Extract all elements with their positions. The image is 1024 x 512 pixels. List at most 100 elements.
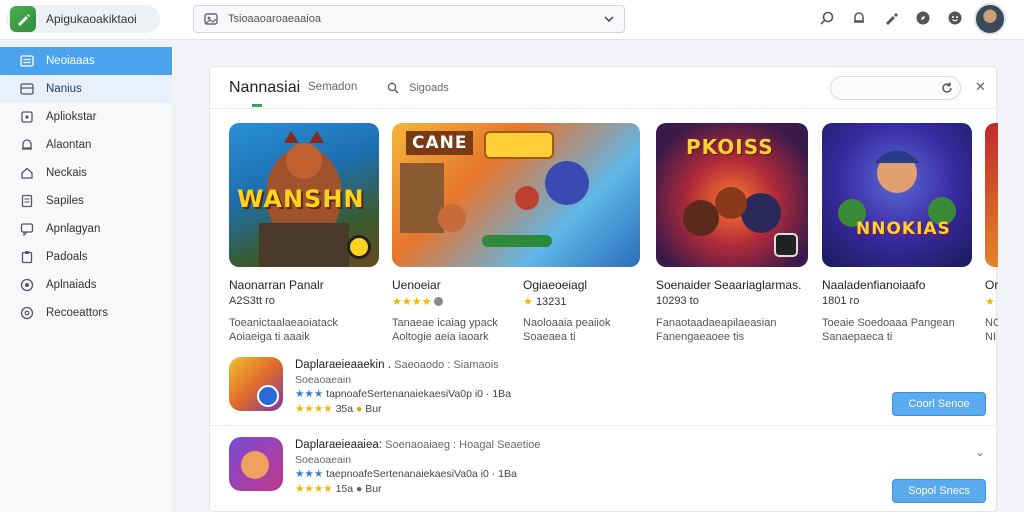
chat-icon [20, 222, 34, 236]
sidebar-item-label: Apliokstar [46, 111, 97, 123]
row-subtitle: Soeaoaeain [295, 454, 352, 466]
row-meta: ★★★★ 15a ● Bur [295, 483, 382, 495]
sidebar-item-label: Alaontan [46, 139, 92, 151]
card-thumbnail: CANE [392, 123, 640, 267]
row-subtitle: Soeaoaeain [295, 374, 352, 386]
card-rating: 1801 ro [822, 295, 860, 307]
sidebar-item-label: Apnlagyan [46, 223, 101, 235]
card-description: Toeaie Soedoaaa Pangean Sanaepaeca ti [822, 317, 955, 343]
card-thumbnail: PKOISS [656, 123, 808, 267]
search-icon [387, 82, 399, 94]
app-name: Apigukaoakiktaoi [46, 12, 137, 26]
sidebar-item-9[interactable]: Aplnaiads [0, 271, 172, 299]
card-title: Uenoeiar [392, 278, 441, 292]
sidebar-item-label: Sapiles [46, 195, 84, 207]
app-card[interactable]: WANSHN Naonarran Panalr A2S3tt ro Toeani… [229, 123, 379, 343]
home-icon [20, 166, 34, 180]
card-rating: 10293 to [656, 295, 699, 307]
panel-search-label: Sigoads [409, 82, 449, 94]
card-thumbnail: WANSHN [229, 123, 379, 267]
panel-search[interactable]: Sigoads [377, 76, 487, 100]
panel-header: Nannasiai Semadon Sigoads ✕ [210, 67, 996, 109]
avatar[interactable] [974, 3, 1006, 35]
card-description: Naoloaaia peaiiok Soaeaea ti [523, 317, 611, 343]
sidebar-item-label: Neckais [46, 167, 87, 179]
chevron-down-icon[interactable]: ⌄ [975, 445, 985, 459]
row-title: Daplaraeieaaiea: Soenaoaiaeg : Hoagal Se… [295, 439, 541, 451]
app-icon [229, 357, 283, 411]
card-title: Naaladenfianoiaafo [822, 278, 926, 292]
sidebar-item-7[interactable]: Apnlagyan [0, 215, 172, 243]
top-bar: Apigukaoakiktaoi Tsioaaoaroaeaaioa [0, 0, 1024, 40]
badge-icon [347, 235, 371, 259]
refresh-icon[interactable] [940, 81, 954, 95]
poster-title: PKOISS [686, 135, 774, 159]
bell-icon [20, 138, 34, 152]
card-title: Or [985, 278, 998, 292]
card-title: Naonarran Panalr [229, 278, 324, 292]
bell-icon[interactable] [850, 9, 868, 27]
top-icons [818, 9, 964, 27]
card-thumbnail [985, 123, 998, 267]
app-card[interactable]: NNOKIAS Naaladenfianoiaafo 1801 ro Toeai… [822, 123, 972, 343]
card-description: Fanaotaadaeapilaeasian Fanengaeaoee tis [656, 317, 777, 343]
card-thumbnail: NNOKIAS [822, 123, 972, 267]
compass-icon[interactable] [914, 9, 932, 27]
list-icon [20, 54, 34, 68]
divider [210, 425, 998, 426]
app-card[interactable]: PKOISS Soenaider Seaariaglarmas. 10293 t… [656, 123, 808, 343]
sidebar-item-label: Aplnaiads [46, 279, 97, 291]
row-detail: ★★★ taepnoafeSertenanaiekaesiVa0a i0 · 1… [295, 468, 517, 480]
sidebar-item-1[interactable]: Neoiaaas [0, 47, 172, 75]
smiley-icon[interactable] [946, 9, 964, 27]
sidebar: Neoiaaas Nanius Apliokstar Alaontan Neckais S… [0, 47, 172, 512]
card-description: NC NI [985, 317, 998, 343]
share-icon [774, 233, 798, 257]
settings-icon [20, 306, 34, 320]
card-description: Toeanictaalaeaoiatack Aoiaeiga ti aaaik [229, 317, 338, 343]
pen-icon[interactable] [882, 9, 900, 27]
close-icon[interactable]: ✕ [975, 79, 986, 95]
sidebar-item-label: Nanius [46, 83, 82, 95]
row-detail: ★★★ tapnoafeSertenanaiekaesiVa0p i0 · 1B… [295, 388, 512, 400]
list-item[interactable]: Daplaraeieaaiea: Soenaoaiaeg : Hoagal Se… [210, 437, 998, 512]
filter-input[interactable] [830, 76, 961, 100]
row-meta: ★★★★ 35a ● Bur [295, 403, 382, 415]
sidebar-item-6[interactable]: Sapiles [0, 187, 172, 215]
sidebar-item-2[interactable]: Nanius [0, 75, 172, 103]
list-item[interactable]: Daplaraeieaaekin . Saeoaodo : Siamaois S… [210, 357, 998, 433]
global-search[interactable]: Tsioaaoaroaeaaioa [193, 5, 625, 33]
grid-icon [20, 82, 34, 96]
main-panel: Nannasiai Semadon Sigoads ✕ WANSHN Naona… [209, 66, 998, 512]
sidebar-item-8[interactable]: Padoals [0, 243, 172, 271]
tab-secondary[interactable]: Semadon [308, 81, 357, 93]
card-description: Tanaeae icaiag ypack Aoltogie aeia iaoark [392, 317, 498, 343]
target-icon [20, 278, 34, 292]
page-title: Nannasiai [229, 79, 301, 96]
app-switcher[interactable]: Apigukaoakiktaoi [6, 5, 160, 33]
puzzle-icon [20, 110, 34, 124]
featured-cards: WANSHN Naonarran Panalr A2S3tt ro Toeani… [229, 123, 998, 353]
poster-title: WANSHN [237, 185, 365, 213]
row-action-button[interactable]: Coorl Senoe [892, 392, 986, 416]
card-rating: ★ 7 [985, 296, 998, 308]
card-title: Ogiaeoeiagl [523, 278, 588, 292]
search-input[interactable]: Tsioaaoaroaeaaioa [228, 13, 602, 25]
sidebar-item-5[interactable]: Neckais [0, 159, 172, 187]
row-action-button[interactable]: Sopol Snecs [892, 479, 986, 503]
sidebar-item-10[interactable]: Recoeattors [0, 299, 172, 327]
doc-icon [20, 194, 34, 208]
search-icon[interactable] [818, 9, 836, 27]
sidebar-item-4[interactable]: Alaontan [0, 131, 172, 159]
sidebar-item-label: Recoeattors [46, 307, 109, 319]
card-rating: A2S3tt ro [229, 295, 275, 307]
row-title: Daplaraeieaaekin . Saeoaodo : Siamaois [295, 359, 499, 371]
pencil-icon [10, 6, 36, 32]
chevron-down-icon[interactable] [602, 12, 616, 26]
sidebar-item-label: Neoiaaas [46, 55, 95, 67]
app-card[interactable]: CANE Uenoeiar ★★★★ Tanaeae icaiag ypack A… [392, 123, 640, 343]
sidebar-item-3[interactable]: Apliokstar [0, 103, 172, 131]
card-title: Soenaider Seaariaglarmas. [656, 278, 802, 292]
poster-title: NNOKIAS [856, 219, 951, 239]
app-card[interactable]: Or ★ 7 NCNI [985, 123, 998, 343]
